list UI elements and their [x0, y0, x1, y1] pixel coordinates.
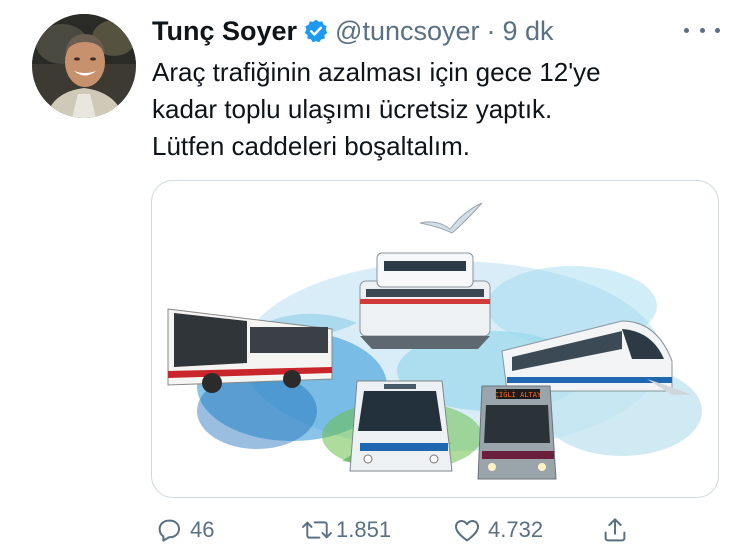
tweet-text-line: Araç trafiğinin azalması için gece 12'ye	[152, 57, 601, 87]
tweet-media-image[interactable]: ÇİĞLİ ALTAY	[151, 180, 719, 498]
heart-icon	[452, 515, 482, 545]
ferry-graphic	[359, 252, 491, 349]
more-dot	[699, 27, 705, 33]
tram-graphic	[349, 380, 453, 472]
more-dots-icon[interactable]	[684, 20, 720, 40]
like-button[interactable]: 4.732	[452, 510, 543, 550]
comment-icon	[154, 515, 184, 545]
retweet-count: 1.851	[336, 517, 392, 542]
more-dot	[684, 27, 689, 33]
metro-destination-sign: ÇİĞLİ ALTAY	[495, 390, 542, 399]
metro-graphic: ÇİĞLİ ALTAY	[477, 385, 557, 480]
reply-button[interactable]: 46	[154, 510, 214, 550]
tweet-text: Araç trafiğinin azalması için gece 12'ye…	[152, 54, 722, 165]
public-transport-illustration: ÇİĞLİ ALTAY	[167, 202, 702, 480]
tweet-timestamp[interactable]: 9 dk	[503, 16, 554, 47]
author-name[interactable]: Tunç Soyer	[152, 16, 297, 47]
tweet-text-line: Lütfen caddeleri boşaltalım.	[152, 131, 470, 161]
reply-count: 46	[190, 517, 215, 542]
tweet-header: Tunç Soyer @tuncsoyer · 9 dk	[152, 14, 554, 48]
retweet-icon	[300, 515, 334, 545]
separator-dot: ·	[486, 15, 496, 46]
share-icon	[600, 515, 630, 545]
retweet-button[interactable]: 1.851	[300, 510, 391, 550]
author-handle[interactable]: @tuncsoyer	[335, 16, 479, 47]
avatar[interactable]	[32, 14, 136, 118]
verified-badge-icon	[303, 18, 329, 44]
more-dot	[715, 27, 720, 33]
share-button[interactable]	[600, 510, 630, 550]
tweet-text-line: kadar toplu ulaşımı ücretsiz yaptık.	[152, 94, 553, 124]
like-count: 4.732	[488, 517, 544, 542]
tweet-actions: 46 1.851 4.732	[150, 510, 640, 550]
avatar-photo	[32, 14, 136, 118]
